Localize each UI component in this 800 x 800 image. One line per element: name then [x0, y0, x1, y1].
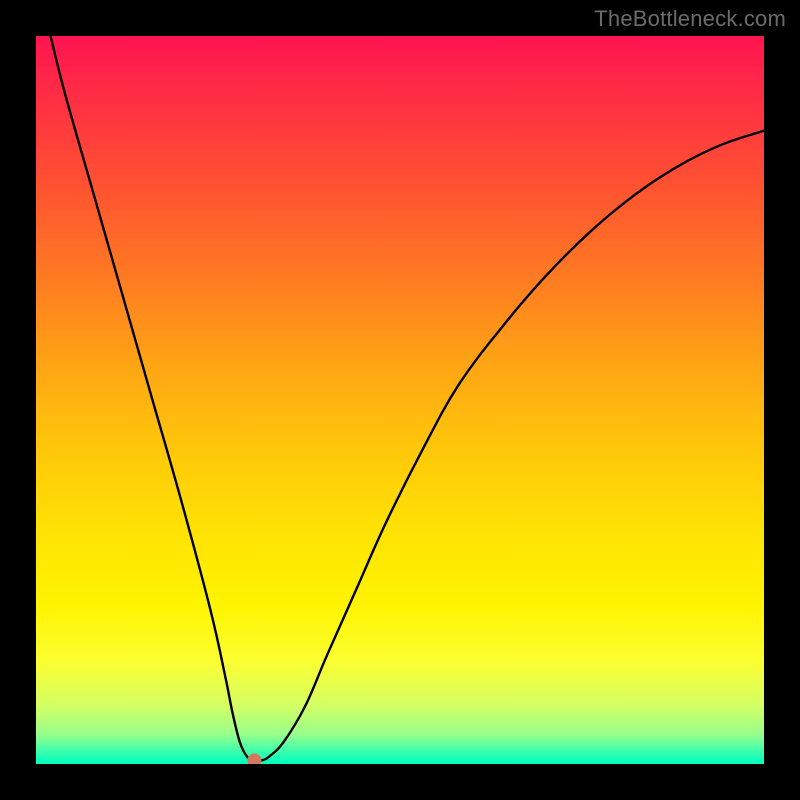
plot-area — [36, 36, 764, 764]
minimum-marker — [247, 753, 261, 764]
chart-frame: TheBottleneck.com — [0, 0, 800, 800]
watermark-text: TheBottleneck.com — [594, 6, 786, 32]
bottleneck-curve — [51, 36, 764, 761]
curve-svg — [36, 36, 764, 764]
